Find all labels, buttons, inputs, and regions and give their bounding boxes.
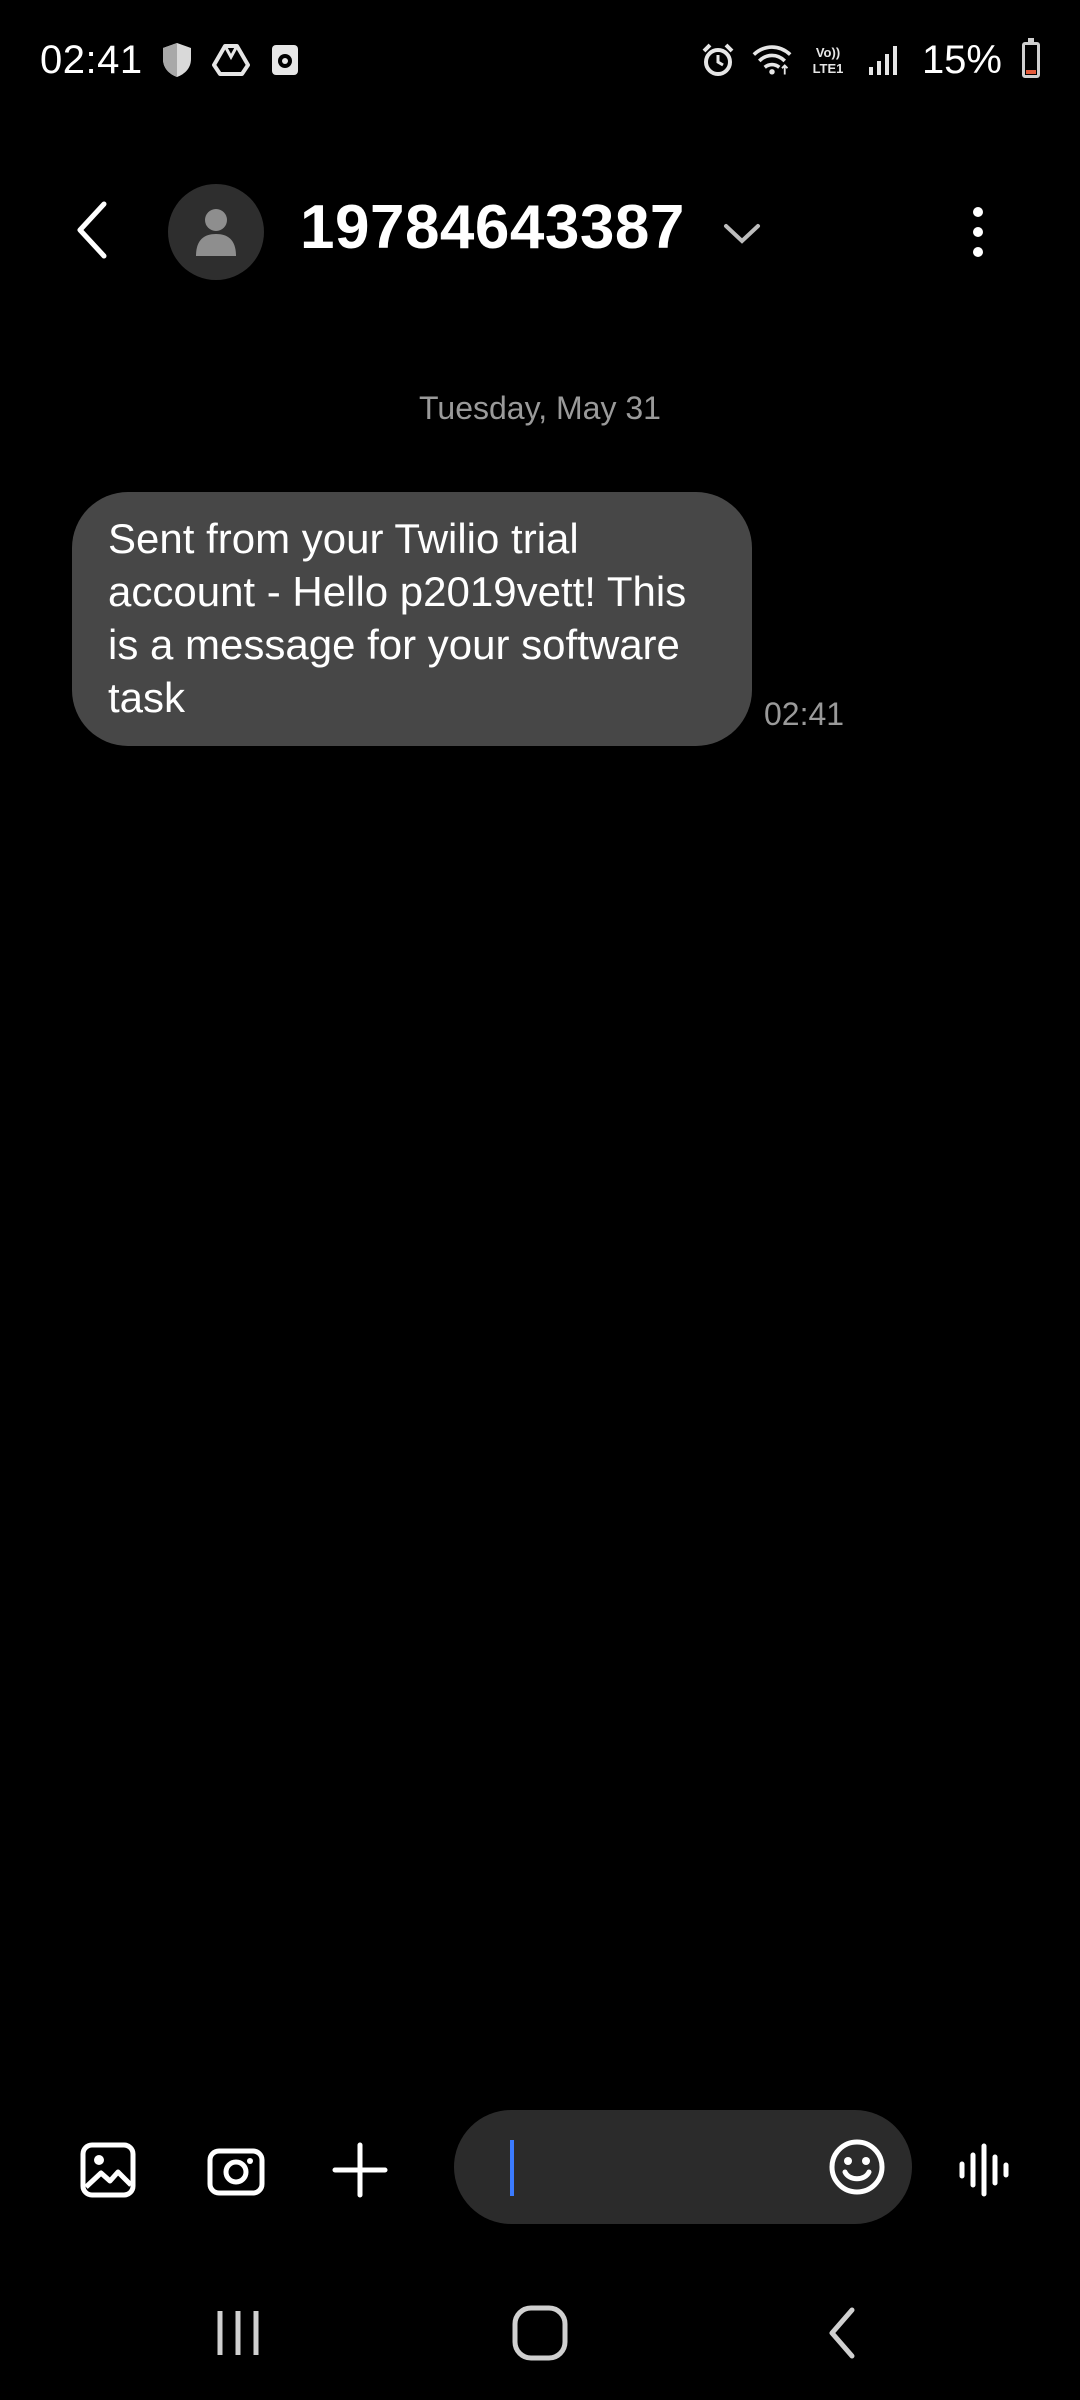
alarm-icon [698,40,738,80]
conversation-header: 19784643387 [0,170,1080,294]
message-bubble[interactable]: Sent from your Twilio trial account - He… [72,492,752,746]
battery-level [1026,69,1036,74]
status-bar: 02:41 Vo)) LTE1 15% [0,0,1080,120]
battery-icon [1022,38,1040,78]
camera-button[interactable] [200,2134,272,2206]
compose-box[interactable] [454,2110,912,2224]
message-input[interactable] [520,2134,790,2200]
back-button[interactable] [60,198,124,262]
more-vert-icon [973,207,983,257]
nav-back-icon [829,2307,855,2359]
avatar[interactable] [168,184,264,280]
date-divider: Tuesday, May 31 [419,390,661,426]
messages-screen: 02:41 Vo)) LTE1 15% 19784643387 Tuesday,… [0,0,1080,2400]
composer-bar [0,2110,1080,2226]
signal-icon [864,40,904,80]
text-caret [510,2140,514,2196]
plus-icon [332,2142,388,2198]
back-arrow-icon [77,201,107,259]
drive-icon [211,40,251,80]
wifi-icon [752,40,792,80]
shield-icon [157,40,197,80]
svg-text:Vo)): Vo)) [816,45,840,60]
voice-button[interactable] [950,2134,1022,2206]
message-time: 02:41 [764,696,845,732]
voice-icon [959,2143,1009,2197]
status-time: 02:41 [40,37,143,82]
home-button[interactable] [500,2300,580,2366]
svg-text:LTE1: LTE1 [813,61,844,76]
more-options-button[interactable] [950,194,1006,270]
camera-app-icon [265,40,305,80]
gallery-button[interactable] [72,2134,144,2206]
recent-apps-button[interactable] [198,2300,278,2366]
add-attachment-button[interactable] [324,2134,396,2206]
home-icon [512,2305,568,2361]
emoji-icon [829,2139,885,2195]
contact-name[interactable]: 19784643387 [300,192,685,263]
gallery-icon [80,2142,136,2198]
emoji-button[interactable] [824,2134,890,2200]
nav-back-button[interactable] [802,2300,882,2366]
status-right: Vo)) LTE1 15% [698,38,1040,83]
recents-icon [217,2311,259,2355]
battery-percent: 15% [921,37,1002,82]
chevron-down-icon[interactable] [720,212,764,256]
navigation-bar [0,2280,1080,2380]
status-left: 02:41 [40,38,305,83]
person-icon [196,209,236,256]
camera-icon [207,2148,265,2196]
volte-icon: Vo)) LTE1 [806,40,850,80]
